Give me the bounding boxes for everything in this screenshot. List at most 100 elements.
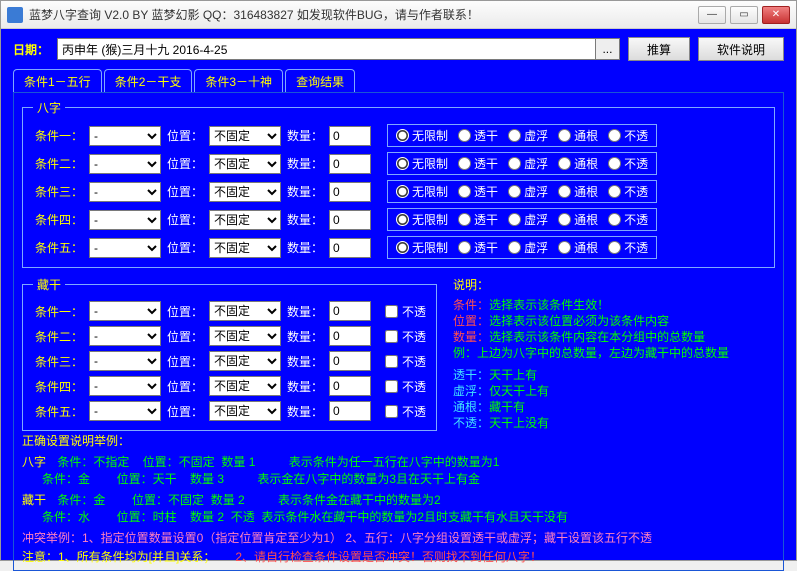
- cond-select[interactable]: -: [89, 376, 161, 396]
- minimize-button[interactable]: —: [698, 6, 726, 24]
- cond-select[interactable]: -: [89, 126, 161, 146]
- cond-select[interactable]: -: [89, 210, 161, 230]
- pos-select[interactable]: 不固定: [209, 126, 281, 146]
- cond-select[interactable]: -: [89, 351, 161, 371]
- qty-input[interactable]: [329, 401, 371, 421]
- pos-label: 位置：: [167, 155, 203, 172]
- radio-opt[interactable]: 透干: [458, 211, 498, 228]
- date-input[interactable]: [57, 38, 596, 60]
- qty-label: 数量：: [287, 211, 323, 228]
- tab-cond3[interactable]: 条件3－十神: [194, 69, 283, 92]
- qty-input[interactable]: [329, 126, 371, 146]
- notou-checkbox[interactable]: 不透: [385, 303, 426, 320]
- date-picker-button[interactable]: ...: [596, 38, 620, 60]
- title-bar: 蓝梦八字查询 V2.0 BY 蓝梦幻影 QQ：316483827 如发现软件BU…: [1, 1, 796, 29]
- bazi-row: 条件五：-位置：不固定数量：无限制透干虚浮通根不透: [33, 236, 764, 259]
- cond-label: 条件三：: [33, 183, 83, 200]
- cang-row: 条件五：-位置： 不固定数量： 不透: [33, 401, 426, 421]
- radio-opt[interactable]: 无限制: [396, 127, 448, 144]
- radio-opt[interactable]: 虚浮: [508, 239, 548, 256]
- cond-select[interactable]: -: [89, 301, 161, 321]
- radio-opt[interactable]: 虚浮: [508, 155, 548, 172]
- cond-select[interactable]: -: [89, 238, 161, 258]
- qty-input[interactable]: [329, 351, 371, 371]
- radio-opt[interactable]: 无限制: [396, 239, 448, 256]
- close-button[interactable]: ✕: [762, 6, 790, 24]
- cond-label: 条件一：: [33, 303, 83, 320]
- radio-opt[interactable]: 通根: [558, 239, 598, 256]
- qty-label: 数量：: [287, 403, 323, 420]
- calculate-button[interactable]: 推算: [628, 37, 690, 61]
- pos-select[interactable]: 不固定: [209, 351, 281, 371]
- cond-label: 条件五：: [33, 239, 83, 256]
- radio-opt[interactable]: 通根: [558, 211, 598, 228]
- maximize-button[interactable]: ▭: [730, 6, 758, 24]
- pos-select[interactable]: 不固定: [209, 401, 281, 421]
- notou-checkbox[interactable]: 不透: [385, 353, 426, 370]
- notou-checkbox[interactable]: 不透: [385, 378, 426, 395]
- qty-input[interactable]: [329, 210, 371, 230]
- explain-header: 说明：: [453, 276, 775, 293]
- notou-checkbox[interactable]: 不透: [385, 328, 426, 345]
- tab-content: 八字 条件一：-位置：不固定数量：无限制透干虚浮通根不透条件二：-位置：不固定数…: [13, 92, 784, 571]
- pos-label: 位置：: [167, 239, 203, 256]
- pos-select[interactable]: 不固定: [209, 238, 281, 258]
- cond-label: 条件四：: [33, 378, 83, 395]
- radio-set: 无限制透干虚浮通根不透: [387, 124, 657, 147]
- radio-opt[interactable]: 透干: [458, 183, 498, 200]
- pos-select[interactable]: 不固定: [209, 210, 281, 230]
- radio-opt[interactable]: 不透: [608, 183, 648, 200]
- radio-opt[interactable]: 无限制: [396, 155, 448, 172]
- tab-result[interactable]: 查询结果: [285, 69, 355, 92]
- cond-label: 条件二：: [33, 328, 83, 345]
- pos-label: 位置：: [167, 378, 203, 395]
- qty-input[interactable]: [329, 154, 371, 174]
- example-header: 正确设置说明举例：: [22, 433, 775, 450]
- cond-select[interactable]: -: [89, 326, 161, 346]
- pos-label: 位置：: [167, 328, 203, 345]
- qty-label: 数量：: [287, 303, 323, 320]
- pos-select[interactable]: 不固定: [209, 154, 281, 174]
- notou-checkbox[interactable]: 不透: [385, 403, 426, 420]
- radio-opt[interactable]: 透干: [458, 155, 498, 172]
- cond-label: 条件五：: [33, 403, 83, 420]
- tab-cond2[interactable]: 条件2－干支: [104, 69, 193, 92]
- radio-opt[interactable]: 通根: [558, 127, 598, 144]
- radio-opt[interactable]: 虚浮: [508, 183, 548, 200]
- qty-input[interactable]: [329, 326, 371, 346]
- pos-select[interactable]: 不固定: [209, 301, 281, 321]
- radio-opt[interactable]: 无限制: [396, 211, 448, 228]
- cond-select[interactable]: -: [89, 182, 161, 202]
- cond-select[interactable]: -: [89, 401, 161, 421]
- pos-select[interactable]: 不固定: [209, 326, 281, 346]
- pos-select[interactable]: 不固定: [209, 376, 281, 396]
- qty-input[interactable]: [329, 301, 371, 321]
- cond-select[interactable]: -: [89, 154, 161, 174]
- radio-opt[interactable]: 不透: [608, 127, 648, 144]
- pos-label: 位置：: [167, 403, 203, 420]
- date-label: 日期：: [13, 41, 49, 58]
- cang-row: 条件二：-位置：不固定数量：不透: [33, 326, 426, 346]
- pos-label: 位置：: [167, 211, 203, 228]
- app-window: 蓝梦八字查询 V2.0 BY 蓝梦幻影 QQ：316483827 如发现软件BU…: [0, 0, 797, 561]
- radio-set: 无限制透干虚浮通根不透: [387, 208, 657, 231]
- radio-opt[interactable]: 无限制: [396, 183, 448, 200]
- radio-opt[interactable]: 虚浮: [508, 211, 548, 228]
- radio-opt[interactable]: 通根: [558, 183, 598, 200]
- radio-opt[interactable]: 透干: [458, 239, 498, 256]
- group-bazi-legend: 八字: [33, 99, 65, 116]
- radio-opt[interactable]: 透干: [458, 127, 498, 144]
- qty-input[interactable]: [329, 376, 371, 396]
- pos-select[interactable]: 不固定: [209, 182, 281, 202]
- qty-input[interactable]: [329, 238, 371, 258]
- radio-opt[interactable]: 不透: [608, 155, 648, 172]
- radio-opt[interactable]: 不透: [608, 239, 648, 256]
- tab-cond1[interactable]: 条件1－五行: [13, 69, 102, 92]
- help-button[interactable]: 软件说明: [698, 37, 784, 61]
- radio-opt[interactable]: 通根: [558, 155, 598, 172]
- bazi-row: 条件三：-位置：不固定数量：无限制透干虚浮通根不透: [33, 180, 764, 203]
- radio-opt[interactable]: 不透: [608, 211, 648, 228]
- radio-opt[interactable]: 虚浮: [508, 127, 548, 144]
- group-cang: 藏干 条件一：-位置：不固定数量：不透条件二：-位置：不固定数量：不透条件三：-…: [22, 276, 437, 431]
- qty-input[interactable]: [329, 182, 371, 202]
